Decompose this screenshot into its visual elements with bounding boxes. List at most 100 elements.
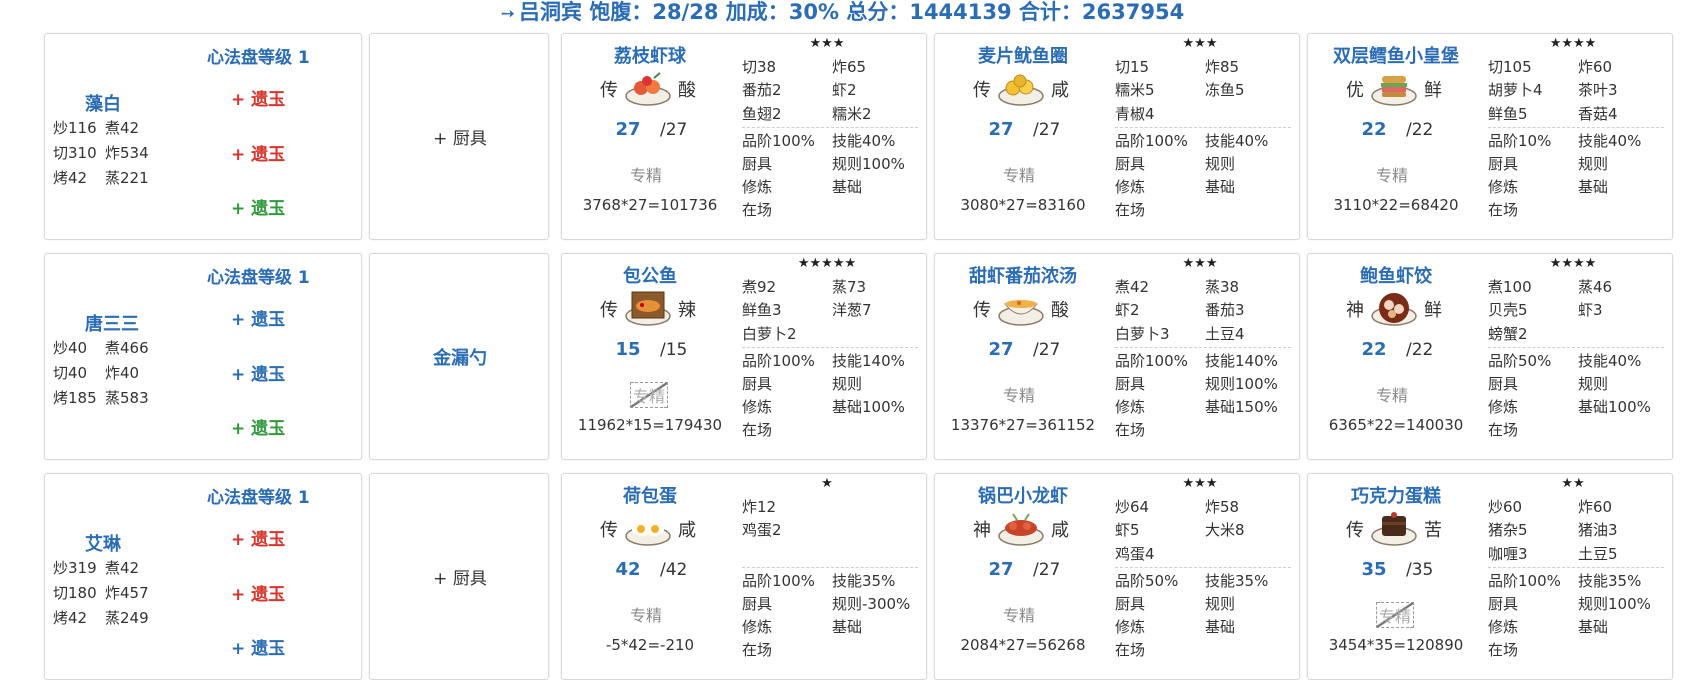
heart-plate-level[interactable]: 心法盘等级 1 <box>207 263 357 288</box>
dish-quantity[interactable]: 27 <box>608 119 648 140</box>
dish-card[interactable]: 双层鳕鱼小皇堡 ★★★★ 优 鲜 22/22 专精 3110*22=68420 切105 炸60… <box>1307 33 1673 240</box>
dish-rank: 传 <box>600 300 618 321</box>
bonus-item: 基础 <box>1205 178 1236 196</box>
ingredient-item: 煮100 <box>1488 278 1532 296</box>
heart-plate-level[interactable]: 心法盘等级 1 <box>207 483 357 508</box>
bonus-item: 在场 <box>742 421 773 439</box>
dish-quantity[interactable]: 27 <box>981 559 1021 580</box>
dish-name[interactable]: 荷包蛋 <box>570 482 730 508</box>
dish-card[interactable]: 锅巴小龙虾 ★★★ 神 咸 27/27 专精 2084*27=56268 炒64 炸58 虾5 大米… <box>934 473 1300 680</box>
bonus-item: 品阶100% <box>742 572 815 590</box>
add-jade-button[interactable]: + 遗玉 <box>231 140 285 165</box>
heart-plate-level[interactable]: 心法盘等级 1 <box>207 43 357 68</box>
dish-quantity-max: /35 <box>1406 560 1434 580</box>
add-jade-button[interactable]: + 遗玉 <box>231 414 285 439</box>
chef-card[interactable]: 心法盘等级 1 唐三三 炒40 煮466 切40 炸40 烤185 蒸583 + 遗玉 + 遗玉 +… <box>44 253 362 460</box>
skill-value: 蒸221 <box>105 169 149 187</box>
add-jade-button[interactable]: + 遗玉 <box>231 85 285 110</box>
bonus-item <box>1578 419 1668 442</box>
ingredient-item: 炸65 <box>832 58 867 76</box>
divider <box>742 567 918 568</box>
dish-quantity[interactable]: 22 <box>1354 339 1394 360</box>
ingredient-item: 炒64 <box>1115 498 1150 516</box>
chef-card[interactable]: 心法盘等级 1 艾琳 炒319 煮42 切180 炸457 烤42 蒸249 + 遗玉 + 遗玉 +… <box>44 473 362 680</box>
dish-card[interactable]: 甜虾番茄浓汤 ★★★ 传 酸 27/27 专精 13376*27=361152 煮42 蒸38 虾… <box>934 253 1300 460</box>
ingredient-item: 茶叶3 <box>1578 81 1618 100</box>
dish-quantity[interactable]: 35 <box>1354 559 1394 580</box>
add-jade-button[interactable]: + 遗玉 <box>231 194 285 219</box>
chef-name[interactable]: 艾琳 <box>85 530 165 556</box>
bonus-item: 规则 <box>1205 595 1236 613</box>
bonus-item <box>832 199 922 222</box>
chef-name[interactable]: 唐三三 <box>85 310 165 336</box>
add-jade-button[interactable]: + 遗玉 <box>231 305 285 330</box>
chef-name[interactable]: 藻白 <box>85 90 165 116</box>
add-jade-button[interactable]: + 遗玉 <box>231 525 285 550</box>
skill-value: 炒40 <box>53 339 88 357</box>
skill-row: 炒40 煮466 <box>53 336 157 361</box>
dish-card[interactable]: 荷包蛋 ★ 传咸 42/42 专精 -5*42=-210 炸12 鸡蛋2 品阶100% 技能35%… <box>561 473 927 680</box>
dish-quantity-max: /22 <box>1406 340 1434 360</box>
dish-quantity[interactable]: 15 <box>608 339 648 360</box>
dish-quantity[interactable]: 22 <box>1354 119 1394 140</box>
dish-card[interactable]: 巧克力蛋糕 ★★ 传 苦 35/35 专精 3454*35=120890 炒60 炸60 猪杂5 猪… <box>1307 473 1673 680</box>
ingredient-item: 切38 <box>742 58 777 76</box>
dish-card[interactable]: 鲍鱼虾饺 ★★★★ 神 鲜 22/22 专精 6365*22=140030 煮100 蒸46 贝壳… <box>1307 253 1673 460</box>
dish-quantity[interactable]: 27 <box>981 339 1021 360</box>
skill-value: 炸534 <box>105 144 149 162</box>
dish-card[interactable]: 荔枝虾球 ★★★ 传 酸 27/27 专精 3768*27=101736 切38 炸65 番茄2 虾… <box>561 33 927 240</box>
dish-quantity-max: /22 <box>1406 120 1434 140</box>
shrimp-ball-icon <box>624 68 672 106</box>
bonus-item: 在场 <box>742 641 773 659</box>
dish-quantity[interactable]: 42 <box>608 559 648 580</box>
dish-rank: 传 <box>973 300 991 321</box>
dish-card[interactable]: 包公鱼 ★★★★★ 传 辣 15/15 专精 11962*15=179430 煮92 蒸73 鲜鱼… <box>561 253 927 460</box>
divider <box>1488 567 1664 568</box>
dish-quantity-max: /27 <box>1033 560 1061 580</box>
bonus-item <box>1205 639 1295 662</box>
dish-name[interactable]: 巧克力蛋糕 <box>1316 482 1476 508</box>
divider <box>1115 567 1291 568</box>
skill-value: 煮42 <box>105 559 140 577</box>
bonus-list: 品阶100% 技能140% 厨具 规则100% 修炼 基础150% 在场 <box>1115 350 1295 442</box>
ingredient-item: 炒60 <box>1488 498 1523 516</box>
kitchen-tool-card[interactable]: + 厨具 <box>369 33 549 240</box>
dish-score-calc: 3080*27=83160 <box>960 196 1086 214</box>
add-tool-button[interactable]: + 厨具 <box>370 124 550 149</box>
add-jade-button[interactable]: + 遗玉 <box>231 580 285 605</box>
add-tool-button[interactable]: + 厨具 <box>370 564 550 589</box>
dish-name[interactable]: 荔枝虾球 <box>570 42 730 68</box>
ingredient-item: 白萝卜2 <box>742 324 797 343</box>
dish-name[interactable]: 甜虾番茄浓汤 <box>943 262 1103 288</box>
dish-quantity[interactable]: 27 <box>981 119 1021 140</box>
dish-name[interactable]: 双层鳕鱼小皇堡 <box>1316 42 1476 68</box>
dish-details: 切105 炸60 胡萝卜4 茶叶3 鲜鱼5 香菇4 品阶10% 技能40% 厨具 规则 修炼 基础 在场 <box>1488 56 1668 222</box>
kitchen-tool-card[interactable]: + 厨具 <box>369 473 549 680</box>
kitchen-tool-card[interactable]: 金漏勺 <box>369 253 549 460</box>
burger-icon <box>1370 68 1418 106</box>
dish-name[interactable]: 麦片鱿鱼圈 <box>943 42 1103 68</box>
bonus-item: 修炼 <box>1115 618 1146 636</box>
bonus-item: 规则100% <box>1578 595 1651 613</box>
bonus-item: 基础 <box>1205 618 1236 636</box>
dish-name[interactable]: 鲍鱼虾饺 <box>1316 262 1476 288</box>
add-jade-button[interactable]: + 遗玉 <box>231 360 285 385</box>
dish-name[interactable]: 包公鱼 <box>570 262 730 288</box>
add-jade-button[interactable]: + 遗玉 <box>231 634 285 659</box>
dish-card[interactable]: 麦片鱿鱼圈 ★★★ 传 咸 27/27 专精 3080*27=83160 切15 炸85 糯米5 冻… <box>934 33 1300 240</box>
equipped-tool-name[interactable]: 金漏勺 <box>370 344 550 370</box>
specialty-badge: 专精 <box>630 166 663 185</box>
bonus-item: 技能35% <box>832 572 896 590</box>
bonus-list: 品阶100% 技能35% 厨具 规则-300% 修炼 基础 在场 <box>742 570 922 662</box>
ingredient-item <box>1205 103 1295 126</box>
dish-score-calc: 3454*35=120890 <box>1328 636 1464 654</box>
skill-row: 烤185 蒸583 <box>53 386 157 411</box>
bonus-item: 品阶50% <box>1488 352 1552 370</box>
dish-name[interactable]: 锅巴小龙虾 <box>943 482 1103 508</box>
chef-row: 心法盘等级 1 藻白 炒116 煮42 切310 炸534 烤42 蒸221 + 遗玉 + 遗玉 +… <box>0 33 1685 240</box>
divider <box>1115 347 1291 348</box>
ingredient-item: 鸡蛋2 <box>742 521 782 540</box>
ingredient-item: 猪油3 <box>1578 521 1618 540</box>
chef-card[interactable]: 心法盘等级 1 藻白 炒116 煮42 切310 炸534 烤42 蒸221 + 遗玉 + 遗玉 +… <box>44 33 362 240</box>
bonus-item: 厨具 <box>742 595 773 613</box>
